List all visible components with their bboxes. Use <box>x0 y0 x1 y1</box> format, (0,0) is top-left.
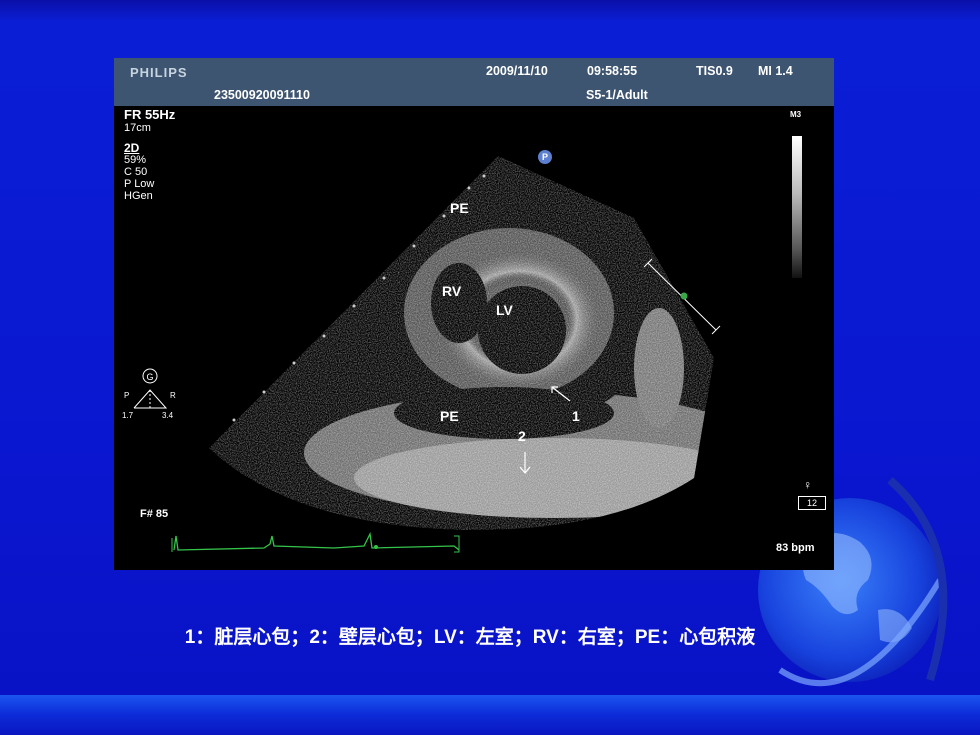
depth-marker: 12 <box>798 496 826 510</box>
label-pe-bottom: PE <box>440 408 459 424</box>
mi-value: MI 1.4 <box>758 64 793 78</box>
power-value: P Low <box>124 178 155 190</box>
orientation-r: R <box>170 391 176 400</box>
p-badge: P <box>538 150 552 164</box>
depth-value: 17cm <box>124 122 151 134</box>
exam-time: 09:58:55 <box>587 64 638 78</box>
orientation-g: G <box>146 372 153 382</box>
top-band <box>0 0 980 22</box>
orientation-p: P <box>124 391 129 400</box>
scan-parameters: FR 55Hz 17cm 2D 59% C 50 P Low HGen <box>124 107 176 203</box>
focus-icon: ♀ <box>803 478 812 492</box>
exam-date: 2009/11/10 <box>486 64 548 78</box>
grayscale-bar <box>792 136 802 278</box>
figure-caption: 1：脏层心包；2：壁层心包；LV：左室；RV：右室；PE：心包积液 <box>184 627 756 648</box>
orientation-right-value: 3.4 <box>162 411 174 420</box>
probe-preset: S5-1/Adult <box>586 88 648 102</box>
tis-value: TIS0.9 <box>696 64 733 78</box>
ultrasound-image: PHILIPS 23500920091110 2009/11/10 09:58:… <box>114 58 834 570</box>
map-label: M3 <box>790 110 802 119</box>
mode-label: 2D <box>124 141 140 155</box>
brand-logo: PHILIPS <box>130 65 188 80</box>
harmonic-value: HGen <box>124 190 153 202</box>
orientation-icon: G P R 1.7 3.4 <box>122 368 176 420</box>
label-pe-top: PE <box>450 200 469 216</box>
label-rv: RV <box>442 283 462 299</box>
label-lv: LV <box>496 302 513 318</box>
heart-rate: 83 bpm <box>776 542 815 554</box>
frame-number: F# 85 <box>140 508 169 520</box>
scanner-header: PHILIPS 23500920091110 2009/11/10 09:58:… <box>114 58 834 106</box>
gain-value: 59% <box>124 154 147 166</box>
label-marker-1: 1 <box>572 408 580 424</box>
compress-value: C 50 <box>124 166 148 178</box>
echo-scan <box>171 156 721 553</box>
frame-rate: FR 55Hz <box>124 107 176 122</box>
label-marker-2: 2 <box>518 428 526 444</box>
patient-id: 23500920091110 <box>214 88 310 102</box>
orientation-left-value: 1.7 <box>122 411 134 420</box>
